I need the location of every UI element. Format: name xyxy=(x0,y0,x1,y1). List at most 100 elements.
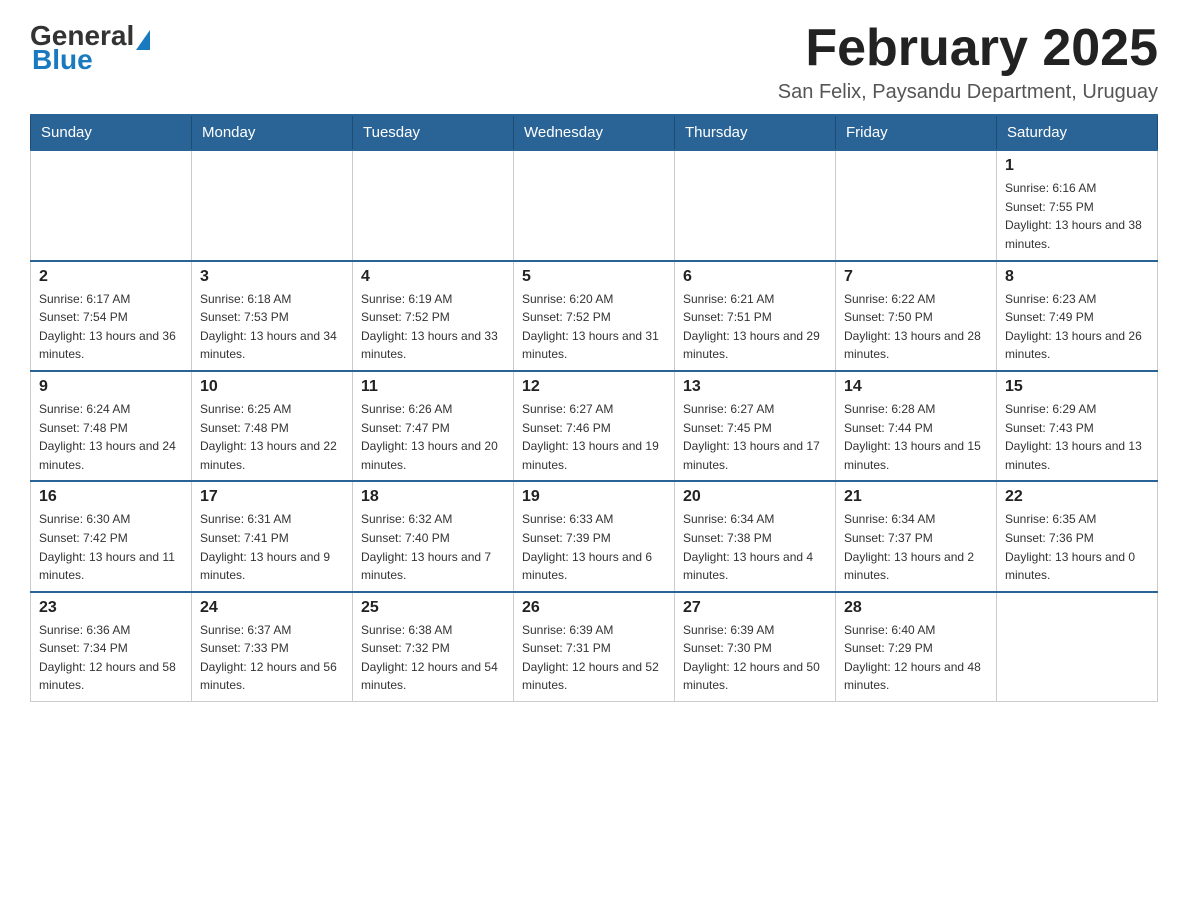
title-area: February 2025 San Felix, Paysandu Depart… xyxy=(778,20,1158,104)
calendar-header-friday: Friday xyxy=(836,115,997,150)
calendar-day-cell: 13 Sunrise: 6:27 AM Sunset: 7:45 PM Dayli… xyxy=(675,371,836,481)
calendar-header-thursday: Thursday xyxy=(675,115,836,150)
day-number: 15 xyxy=(1005,378,1149,396)
day-number: 13 xyxy=(683,378,827,396)
day-info: Sunrise: 6:38 AM Sunset: 7:32 PM Dayligh… xyxy=(361,621,505,695)
calendar-day-cell xyxy=(675,150,836,260)
calendar-table: SundayMondayTuesdayWednesdayThursdayFrid… xyxy=(30,114,1158,702)
day-number: 9 xyxy=(39,378,183,396)
calendar-day-cell: 7Sunrise: 6:22 AM Sunset: 7:50 PM Daylig… xyxy=(836,261,997,371)
calendar-day-cell: 5 Sunrise: 6:20 AM Sunset: 7:52 PM Daylig… xyxy=(514,261,675,371)
day-number: 25 xyxy=(361,599,505,617)
calendar-day-cell: 22Sunrise: 6:35 AM Sunset: 7:36 PM Dayli… xyxy=(997,481,1158,591)
calendar-day-cell: 26 Sunrise: 6:39 AM Sunset: 7:31 PM Dayli… xyxy=(514,592,675,702)
day-info: Sunrise: 6:35 AM Sunset: 7:36 PM Dayligh… xyxy=(1005,510,1149,584)
day-number: 21 xyxy=(844,488,988,506)
day-info: Sunrise: 6:40 AM Sunset: 7:29 PM Dayligh… xyxy=(844,621,988,695)
day-info: Sunrise: 6:27 AM Sunset: 7:45 PM Dayligh… xyxy=(683,400,827,474)
day-info: Sunrise: 6:36 AM Sunset: 7:34 PM Dayligh… xyxy=(39,621,183,695)
day-number: 28 xyxy=(844,599,988,617)
calendar-week-row: 16Sunrise: 6:30 AM Sunset: 7:42 PM Dayli… xyxy=(31,481,1158,591)
calendar-day-cell xyxy=(31,150,192,260)
day-number: 8 xyxy=(1005,268,1149,286)
day-number: 10 xyxy=(200,378,344,396)
day-info: Sunrise: 6:34 AM Sunset: 7:37 PM Dayligh… xyxy=(844,510,988,584)
day-info: Sunrise: 6:27 AM Sunset: 7:46 PM Dayligh… xyxy=(522,400,666,474)
calendar-day-cell: 11 Sunrise: 6:26 AM Sunset: 7:47 PM Dayli… xyxy=(353,371,514,481)
day-info: Sunrise: 6:16 AM Sunset: 7:55 PM Dayligh… xyxy=(1005,179,1149,253)
day-info: Sunrise: 6:39 AM Sunset: 7:31 PM Dayligh… xyxy=(522,621,666,695)
day-info: Sunrise: 6:20 AM Sunset: 7:52 PM Dayligh… xyxy=(522,290,666,364)
day-number: 12 xyxy=(522,378,666,396)
day-info: Sunrise: 6:31 AM Sunset: 7:41 PM Dayligh… xyxy=(200,510,344,584)
calendar-day-cell: 9 Sunrise: 6:24 AM Sunset: 7:48 PM Daylig… xyxy=(31,371,192,481)
calendar-day-cell: 25 Sunrise: 6:38 AM Sunset: 7:32 PM Dayli… xyxy=(353,592,514,702)
calendar-day-cell: 18 Sunrise: 6:32 AM Sunset: 7:40 PM Dayli… xyxy=(353,481,514,591)
calendar-day-cell: 4 Sunrise: 6:19 AM Sunset: 7:52 PM Daylig… xyxy=(353,261,514,371)
day-info: Sunrise: 6:19 AM Sunset: 7:52 PM Dayligh… xyxy=(361,290,505,364)
day-info: Sunrise: 6:32 AM Sunset: 7:40 PM Dayligh… xyxy=(361,510,505,584)
calendar-header-saturday: Saturday xyxy=(997,115,1158,150)
day-info: Sunrise: 6:26 AM Sunset: 7:47 PM Dayligh… xyxy=(361,400,505,474)
day-number: 23 xyxy=(39,599,183,617)
day-info: Sunrise: 6:25 AM Sunset: 7:48 PM Dayligh… xyxy=(200,400,344,474)
logo-blue-text: Blue xyxy=(32,44,93,76)
day-info: Sunrise: 6:18 AM Sunset: 7:53 PM Dayligh… xyxy=(200,290,344,364)
calendar-header-monday: Monday xyxy=(192,115,353,150)
day-number: 1 xyxy=(1005,157,1149,175)
calendar-week-row: 9 Sunrise: 6:24 AM Sunset: 7:48 PM Daylig… xyxy=(31,371,1158,481)
calendar-day-cell: 10 Sunrise: 6:25 AM Sunset: 7:48 PM Dayli… xyxy=(192,371,353,481)
day-number: 3 xyxy=(200,268,344,286)
calendar-header-sunday: Sunday xyxy=(31,115,192,150)
calendar-day-cell xyxy=(353,150,514,260)
calendar-day-cell: 1 Sunrise: 6:16 AM Sunset: 7:55 PM Daylig… xyxy=(997,150,1158,260)
calendar-day-cell: 17 Sunrise: 6:31 AM Sunset: 7:41 PM Dayli… xyxy=(192,481,353,591)
calendar-header-row: SundayMondayTuesdayWednesdayThursdayFrid… xyxy=(31,115,1158,150)
day-number: 19 xyxy=(522,488,666,506)
day-number: 6 xyxy=(683,268,827,286)
day-info: Sunrise: 6:39 AM Sunset: 7:30 PM Dayligh… xyxy=(683,621,827,695)
calendar-day-cell: 6 Sunrise: 6:21 AM Sunset: 7:51 PM Daylig… xyxy=(675,261,836,371)
calendar-day-cell: 21 Sunrise: 6:34 AM Sunset: 7:37 PM Dayli… xyxy=(836,481,997,591)
day-number: 18 xyxy=(361,488,505,506)
calendar-day-cell xyxy=(514,150,675,260)
calendar-day-cell: 8 Sunrise: 6:23 AM Sunset: 7:49 PM Daylig… xyxy=(997,261,1158,371)
day-info: Sunrise: 6:21 AM Sunset: 7:51 PM Dayligh… xyxy=(683,290,827,364)
calendar-day-cell: 12 Sunrise: 6:27 AM Sunset: 7:46 PM Dayli… xyxy=(514,371,675,481)
day-number: 20 xyxy=(683,488,827,506)
day-number: 17 xyxy=(200,488,344,506)
day-number: 26 xyxy=(522,599,666,617)
calendar-day-cell: 28 Sunrise: 6:40 AM Sunset: 7:29 PM Dayli… xyxy=(836,592,997,702)
calendar-day-cell: 15Sunrise: 6:29 AM Sunset: 7:43 PM Dayli… xyxy=(997,371,1158,481)
day-info: Sunrise: 6:24 AM Sunset: 7:48 PM Dayligh… xyxy=(39,400,183,474)
calendar-header-wednesday: Wednesday xyxy=(514,115,675,150)
calendar-day-cell: 2 Sunrise: 6:17 AM Sunset: 7:54 PM Daylig… xyxy=(31,261,192,371)
day-number: 4 xyxy=(361,268,505,286)
calendar-week-row: 2 Sunrise: 6:17 AM Sunset: 7:54 PM Daylig… xyxy=(31,261,1158,371)
day-number: 5 xyxy=(522,268,666,286)
day-info: Sunrise: 6:37 AM Sunset: 7:33 PM Dayligh… xyxy=(200,621,344,695)
logo-arrow-icon xyxy=(136,30,150,50)
day-number: 11 xyxy=(361,378,505,396)
logo: General Blue xyxy=(30,20,152,76)
calendar-day-cell: 24 Sunrise: 6:37 AM Sunset: 7:33 PM Dayli… xyxy=(192,592,353,702)
day-info: Sunrise: 6:17 AM Sunset: 7:54 PM Dayligh… xyxy=(39,290,183,364)
day-info: Sunrise: 6:22 AM Sunset: 7:50 PM Dayligh… xyxy=(844,290,988,364)
calendar-day-cell xyxy=(997,592,1158,702)
calendar-day-cell: 19Sunrise: 6:33 AM Sunset: 7:39 PM Dayli… xyxy=(514,481,675,591)
calendar-day-cell: 16Sunrise: 6:30 AM Sunset: 7:42 PM Dayli… xyxy=(31,481,192,591)
calendar-day-cell: 3 Sunrise: 6:18 AM Sunset: 7:53 PM Daylig… xyxy=(192,261,353,371)
subtitle: San Felix, Paysandu Department, Uruguay xyxy=(778,81,1158,104)
day-info: Sunrise: 6:28 AM Sunset: 7:44 PM Dayligh… xyxy=(844,400,988,474)
day-number: 2 xyxy=(39,268,183,286)
calendar-day-cell: 27 Sunrise: 6:39 AM Sunset: 7:30 PM Dayli… xyxy=(675,592,836,702)
day-number: 24 xyxy=(200,599,344,617)
calendar-day-cell xyxy=(192,150,353,260)
calendar-day-cell xyxy=(836,150,997,260)
logo-blue-container xyxy=(134,26,152,46)
day-info: Sunrise: 6:30 AM Sunset: 7:42 PM Dayligh… xyxy=(39,510,183,584)
day-info: Sunrise: 6:23 AM Sunset: 7:49 PM Dayligh… xyxy=(1005,290,1149,364)
day-info: Sunrise: 6:34 AM Sunset: 7:38 PM Dayligh… xyxy=(683,510,827,584)
main-title: February 2025 xyxy=(778,20,1158,77)
day-number: 27 xyxy=(683,599,827,617)
